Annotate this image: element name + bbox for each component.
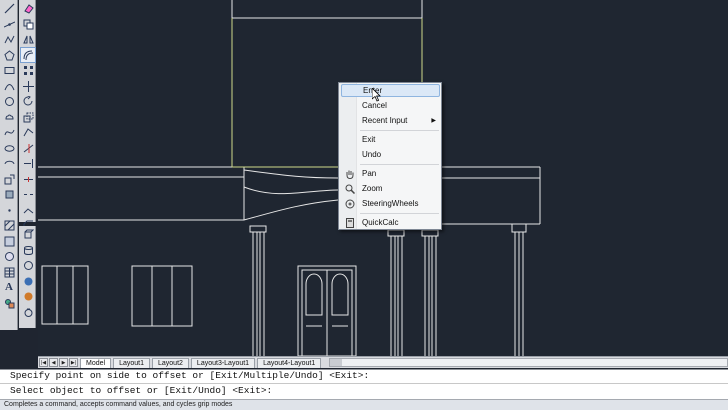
- modify-toolbar: [19, 0, 36, 246]
- polygon-tool-icon[interactable]: [2, 48, 16, 62]
- menu-item-label: QuickCalc: [362, 218, 399, 227]
- multiline-text-icon[interactable]: A: [2, 281, 16, 295]
- circle-tool-icon[interactable]: [2, 95, 16, 109]
- command-prompt-line: Select object to offset or [Exit/Undo] <…: [10, 385, 273, 396]
- copy-tool-icon[interactable]: [21, 17, 35, 31]
- tab-layout4-layout1[interactable]: Layout4-Layout1: [257, 357, 322, 368]
- move-tool-icon[interactable]: [21, 79, 35, 93]
- command-history-line: Specify point on side to offset or [Exit…: [10, 370, 370, 381]
- menu-item-quickcalc[interactable]: QuickCalc: [341, 216, 440, 229]
- zoom-magnifier-icon: [344, 183, 355, 194]
- gradient-tool-icon[interactable]: [2, 234, 16, 248]
- scale-tool-icon[interactable]: [21, 110, 35, 124]
- context-menu: Enter Cancel Recent Input ▶ Exit Undo Pa…: [338, 82, 442, 230]
- tab-model[interactable]: Model: [80, 357, 112, 368]
- menu-item-cancel[interactable]: Cancel: [341, 99, 440, 112]
- material-sphere-icon[interactable]: [21, 290, 35, 304]
- menu-item-zoom[interactable]: Zoom: [341, 182, 440, 195]
- trim-tool-icon[interactable]: [21, 141, 35, 155]
- render-toolbar: [19, 226, 36, 328]
- arc-tool-icon[interactable]: [2, 79, 16, 93]
- menu-item-label: Zoom: [362, 184, 383, 193]
- menu-separator: [360, 130, 439, 131]
- join-tool-icon[interactable]: [21, 203, 35, 217]
- region-tool-icon[interactable]: [2, 250, 16, 264]
- menu-item-undo[interactable]: Undo: [341, 148, 440, 161]
- ellipse-arc-icon[interactable]: [2, 157, 16, 171]
- line-tool-icon[interactable]: [2, 2, 16, 16]
- menu-item-steeringwheels[interactable]: SteeringWheels: [341, 197, 440, 210]
- menu-item-label: Undo: [362, 150, 382, 159]
- shade-sphere-icon[interactable]: [21, 274, 35, 288]
- offset-tool-icon[interactable]: [20, 47, 36, 63]
- draw-toolbar: A: [0, 0, 18, 330]
- sphere-solid-icon[interactable]: [21, 259, 35, 273]
- menu-item-pan[interactable]: Pan: [341, 167, 440, 180]
- menu-item-exit[interactable]: Exit: [341, 133, 440, 146]
- polyline-tool-icon[interactable]: [2, 33, 16, 47]
- revision-cloud-icon[interactable]: [2, 110, 16, 124]
- erase-tool-icon[interactable]: [21, 2, 35, 16]
- spline-tool-icon[interactable]: [2, 126, 16, 140]
- render-teapot-icon[interactable]: [21, 305, 35, 319]
- last-tab-button[interactable]: ▶|: [69, 358, 78, 367]
- steering-wheel-icon: [344, 198, 355, 209]
- menu-separator: [360, 164, 439, 165]
- ellipse-tool-icon[interactable]: [2, 141, 16, 155]
- break-tool-icon[interactable]: [21, 188, 35, 202]
- command-line-window[interactable]: Specify point on side to offset or [Exit…: [0, 369, 728, 399]
- prev-tab-button[interactable]: ◀: [49, 358, 58, 367]
- menu-item-recent-input[interactable]: Recent Input ▶: [341, 114, 440, 127]
- array-tool-icon[interactable]: [21, 64, 35, 78]
- menu-item-enter[interactable]: Enter: [341, 84, 440, 97]
- point-tool-icon[interactable]: [2, 203, 16, 217]
- menu-item-label: Exit: [362, 135, 376, 144]
- command-divider: [0, 383, 728, 384]
- menu-item-label: Pan: [362, 169, 377, 178]
- scrollbar-thumb[interactable]: [330, 359, 343, 366]
- submenu-arrow-icon: ▶: [431, 118, 436, 124]
- pan-hand-icon: [344, 168, 355, 179]
- hatch-tool-icon[interactable]: [2, 219, 16, 233]
- mouse-pointer-icon: [372, 88, 381, 102]
- box-solid-icon[interactable]: [21, 228, 35, 242]
- construction-line-icon[interactable]: [2, 17, 16, 31]
- mirror-tool-icon[interactable]: [21, 33, 35, 47]
- menu-separator: [360, 213, 439, 214]
- insert-block-icon[interactable]: [2, 172, 16, 186]
- rotate-tool-icon[interactable]: [21, 95, 35, 109]
- menu-item-label: Cancel: [362, 101, 387, 110]
- tab-layout2[interactable]: Layout2: [152, 357, 189, 368]
- menu-item-label: Recent Input: [362, 116, 408, 125]
- status-bar-text: Completes a command, accepts command val…: [0, 399, 728, 410]
- add-selected-icon[interactable]: [2, 296, 16, 310]
- break-at-point-icon[interactable]: [21, 172, 35, 186]
- rectangle-tool-icon[interactable]: [2, 64, 16, 78]
- horizontal-scrollbar[interactable]: [329, 358, 728, 367]
- table-tool-icon[interactable]: [2, 265, 16, 279]
- cylinder-solid-icon[interactable]: [21, 243, 35, 257]
- layout-tabs-bar: |◀ ◀ ▶ ▶| Model Layout1 Layout2 Layout3-…: [38, 356, 728, 368]
- stretch-tool-icon[interactable]: [21, 126, 35, 140]
- make-block-icon[interactable]: [2, 188, 16, 202]
- next-tab-button[interactable]: ▶: [59, 358, 68, 367]
- extend-tool-icon[interactable]: [21, 157, 35, 171]
- menu-item-label: SteeringWheels: [362, 199, 419, 208]
- first-tab-button[interactable]: |◀: [39, 358, 48, 367]
- calculator-icon: [344, 217, 355, 228]
- tab-layout3-layout1[interactable]: Layout3-Layout1: [190, 357, 256, 368]
- tab-layout1[interactable]: Layout1: [113, 357, 150, 368]
